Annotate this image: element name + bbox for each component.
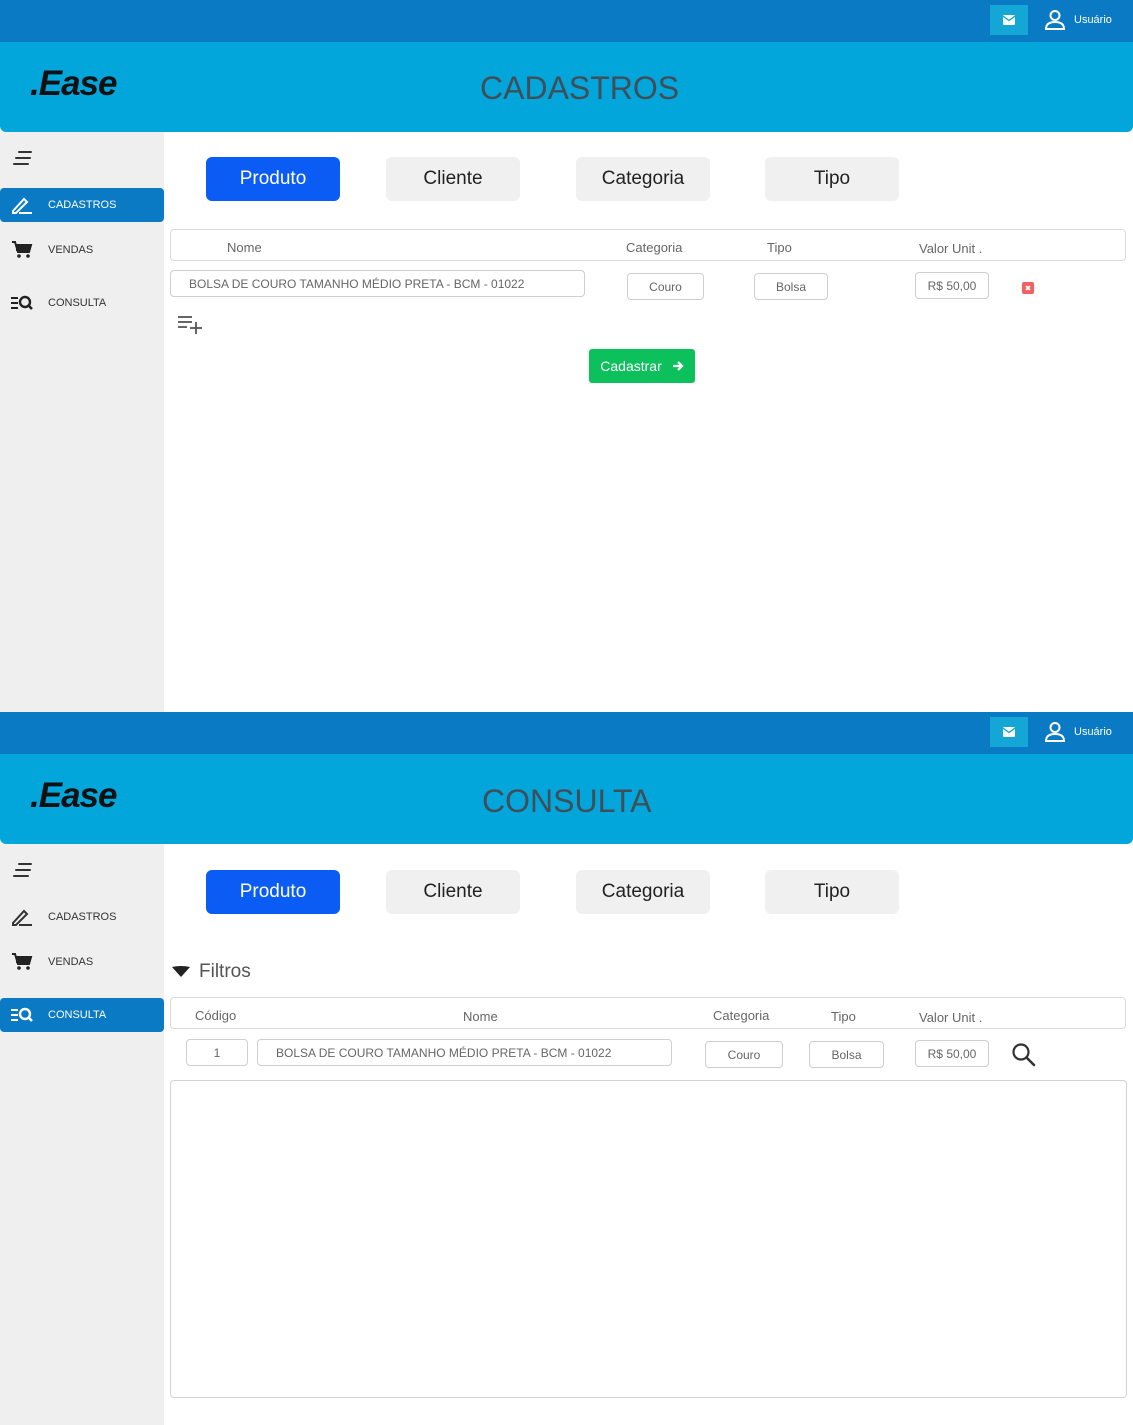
sidebar-item-label: VENDAS: [48, 956, 94, 968]
user-menu[interactable]: Usuário: [1044, 9, 1112, 31]
logo: .Ease: [30, 776, 117, 815]
column-header-categoria: Categoria: [713, 1008, 770, 1023]
logo: .Ease: [30, 64, 117, 103]
mail-button[interactable]: [990, 717, 1028, 747]
results-panel: [170, 1080, 1127, 1398]
sidebar-item-vendas[interactable]: VENDAS: [0, 233, 164, 267]
sidebar-item-cadastros[interactable]: CADASTROS: [0, 188, 164, 222]
sidebar-item-label: VENDAS: [48, 244, 94, 256]
tipo-field[interactable]: Bolsa: [809, 1041, 884, 1068]
tab-tipo[interactable]: Tipo: [765, 870, 899, 914]
categoria-field[interactable]: Couro: [705, 1041, 783, 1068]
add-row-icon[interactable]: [177, 314, 203, 334]
tab-categoria[interactable]: Categoria: [576, 157, 710, 201]
mail-icon: [1003, 727, 1015, 737]
cart-icon: [12, 241, 33, 258]
arrow-right-icon: [672, 361, 684, 371]
sidebar-item-label: CONSULTA: [48, 1009, 107, 1021]
mail-icon: [1003, 15, 1015, 25]
user-label: Usuário: [1074, 726, 1112, 738]
table-header: [170, 997, 1126, 1029]
delete-row-button[interactable]: [1022, 282, 1034, 294]
page-title: CONSULTA: [482, 783, 652, 819]
user-menu[interactable]: Usuário: [1044, 721, 1112, 743]
header: .Ease CONSULTA: [0, 754, 1133, 844]
tab-cliente[interactable]: Cliente: [386, 157, 520, 201]
screen-cadastros: Usuário .Ease CADASTROS CADASTROS VENDAS…: [0, 0, 1133, 712]
column-header-tipo: Tipo: [767, 240, 792, 255]
caret-down-icon: [172, 966, 190, 977]
column-header-codigo: Código: [195, 1008, 237, 1023]
pencil-icon: [12, 909, 32, 926]
menu-icon[interactable]: [12, 150, 34, 166]
search-icon[interactable]: [1011, 1042, 1037, 1068]
column-header-nome: Nome: [227, 240, 262, 255]
codigo-field[interactable]: 1: [186, 1039, 248, 1066]
tab-cliente[interactable]: Cliente: [386, 870, 520, 914]
list-search-icon: [11, 1007, 33, 1022]
cart-icon: [12, 953, 33, 970]
sidebar-item-label: CONSULTA: [48, 297, 107, 309]
valor-field[interactable]: R$ 50,00: [915, 1040, 989, 1067]
top-bar: Usuário: [0, 712, 1133, 754]
cadastrar-button[interactable]: Cadastrar: [589, 349, 695, 383]
sidebar: CADASTROS VENDAS CONSULTA: [0, 132, 164, 712]
column-header-tipo: Tipo: [831, 1009, 856, 1024]
user-label: Usuário: [1074, 14, 1112, 26]
column-header-nome: Nome: [463, 1009, 498, 1024]
list-search-icon: [11, 295, 33, 310]
valor-field[interactable]: R$ 50,00: [915, 272, 989, 299]
tab-tipo[interactable]: Tipo: [765, 157, 899, 201]
nome-field[interactable]: BOLSA DE COURO TAMANHO MÉDIO PRETA - BCM…: [170, 270, 585, 297]
nome-field[interactable]: BOLSA DE COURO TAMANHO MÉDIO PRETA - BCM…: [257, 1039, 672, 1066]
column-header-categoria: Categoria: [626, 240, 683, 255]
tipo-field[interactable]: Bolsa: [754, 273, 828, 300]
page-title: CADASTROS: [480, 70, 680, 106]
filters-toggle[interactable]: Filtros: [171, 961, 251, 983]
pencil-icon: [12, 197, 32, 214]
menu-icon[interactable]: [12, 862, 34, 878]
sidebar: CADASTROS VENDAS CONSULTA: [0, 844, 164, 1425]
sidebar-item-consulta[interactable]: CONSULTA: [0, 286, 164, 320]
user-icon: [1044, 10, 1066, 30]
user-icon: [1044, 722, 1066, 742]
tab-produto[interactable]: Produto: [206, 157, 340, 201]
column-header-valor: Valor Unit .: [919, 1010, 983, 1025]
delete-icon: [1025, 285, 1031, 291]
sidebar-item-label: CADASTROS: [48, 911, 117, 923]
sidebar-item-cadastros[interactable]: CADASTROS: [0, 900, 164, 934]
cadastrar-label: Cadastrar: [600, 358, 662, 374]
top-bar: Usuário: [0, 0, 1133, 42]
column-header-valor: Valor Unit .: [919, 241, 983, 256]
tab-categoria[interactable]: Categoria: [576, 870, 710, 914]
sidebar-item-label: CADASTROS: [48, 199, 117, 211]
filters-label: Filtros: [199, 961, 251, 982]
sidebar-item-vendas[interactable]: VENDAS: [0, 945, 164, 979]
header: .Ease CADASTROS: [0, 42, 1133, 132]
screen-consulta: Usuário .Ease CONSULTA CADASTROS VENDAS …: [0, 712, 1133, 1425]
tab-produto[interactable]: Produto: [206, 870, 340, 914]
sidebar-item-consulta[interactable]: CONSULTA: [0, 998, 164, 1032]
categoria-field[interactable]: Couro: [627, 273, 704, 300]
mail-button[interactable]: [990, 5, 1028, 35]
